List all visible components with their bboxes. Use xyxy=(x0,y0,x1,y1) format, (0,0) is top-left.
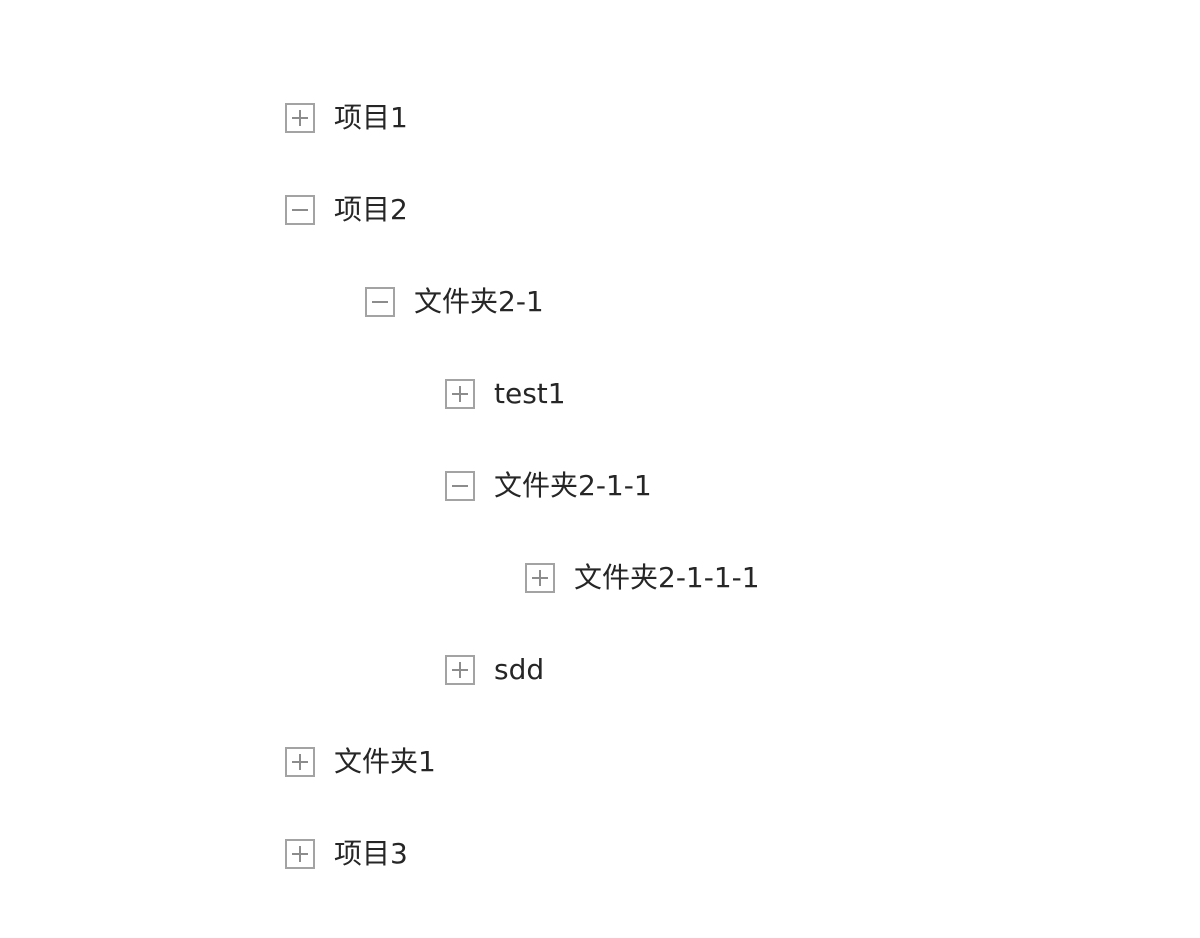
expand-plus-icon[interactable] xyxy=(285,839,315,869)
tree-node-folder-2-1-1[interactable]: 文件夹2-1-1 xyxy=(445,469,652,503)
tree-node-label[interactable]: 文件夹2-1-1-1 xyxy=(574,561,760,595)
tree-node-label[interactable]: 文件夹2-1 xyxy=(414,285,544,319)
tree-node-label[interactable]: 项目1 xyxy=(334,101,408,135)
tree-node-test1[interactable]: test1 xyxy=(445,377,566,411)
tree-node-folder-1[interactable]: 文件夹1 xyxy=(285,745,436,779)
expand-plus-icon[interactable] xyxy=(285,747,315,777)
collapse-minus-icon[interactable] xyxy=(445,471,475,501)
tree-node-sdd[interactable]: sdd xyxy=(445,653,544,687)
tree-view: 项目1 项目2 文件夹2-1 test1 文件夹2-1-1 文件夹2-1-1-1… xyxy=(0,0,1200,938)
tree-node-item-3[interactable]: 项目3 xyxy=(285,837,408,871)
tree-node-label[interactable]: 文件夹1 xyxy=(334,745,436,779)
tree-node-label[interactable]: test1 xyxy=(494,377,566,411)
tree-node-item-1[interactable]: 项目1 xyxy=(285,101,408,135)
expand-plus-icon[interactable] xyxy=(445,379,475,409)
tree-node-label[interactable]: 项目3 xyxy=(334,837,408,871)
tree-node-label[interactable]: 文件夹2-1-1 xyxy=(494,469,652,503)
tree-node-folder-2-1[interactable]: 文件夹2-1 xyxy=(365,285,544,319)
collapse-minus-icon[interactable] xyxy=(285,195,315,225)
collapse-minus-icon[interactable] xyxy=(365,287,395,317)
expand-plus-icon[interactable] xyxy=(445,655,475,685)
expand-plus-icon[interactable] xyxy=(285,103,315,133)
tree-node-folder-2-1-1-1[interactable]: 文件夹2-1-1-1 xyxy=(525,561,760,595)
tree-node-label[interactable]: sdd xyxy=(494,653,544,687)
tree-node-label[interactable]: 项目2 xyxy=(334,193,408,227)
tree-node-item-2[interactable]: 项目2 xyxy=(285,193,408,227)
expand-plus-icon[interactable] xyxy=(525,563,555,593)
